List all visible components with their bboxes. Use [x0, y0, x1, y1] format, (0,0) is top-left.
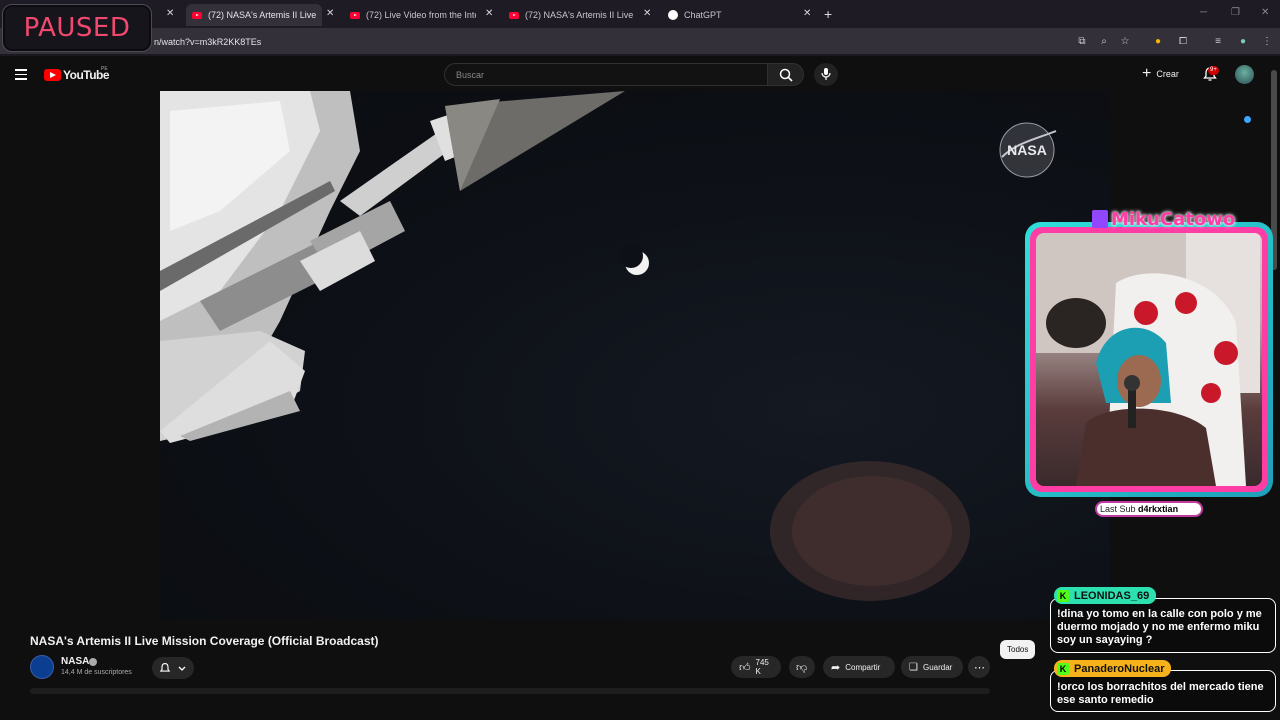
zoom-icon[interactable]: ⌕	[1097, 35, 1111, 49]
stream-channel-label: MikuCatowo	[1084, 202, 1243, 236]
tab-artemis-live-mission[interactable]: (72) NASA's Artemis II Live Mis	[186, 4, 322, 26]
chat-message: !dina yo tomo en la calle con polo y me …	[1050, 598, 1276, 653]
video-frame	[160, 91, 970, 601]
chat-username: PanaderoNuclear	[1074, 662, 1165, 675]
filter-chip-all[interactable]: Todos	[1000, 640, 1036, 659]
kick-icon: K	[1057, 589, 1069, 602]
webcam-scene	[1036, 233, 1260, 486]
more-actions-button[interactable]: ⋯	[968, 656, 990, 678]
voice-search-button[interactable]	[814, 63, 838, 86]
close-tab-icon[interactable]: ✕	[166, 8, 174, 19]
youtube-favicon-icon	[192, 11, 202, 19]
close-tab-icon[interactable]: ✕	[803, 8, 811, 19]
chevron-down-icon	[178, 666, 186, 671]
create-button[interactable]: + Crear	[1142, 64, 1179, 84]
bell-icon	[159, 662, 171, 672]
chat-message-text: !dina yo tomo en la calle con polo y me …	[1057, 608, 1262, 646]
tab-chatgpt[interactable]: ChatGPT	[662, 4, 802, 26]
tab-title: (72) NASA's Artemis II Live Mis	[208, 10, 316, 20]
chat-username-badge: K PanaderoNuclear	[1054, 660, 1172, 677]
more-horizontal-icon: ⋯	[974, 661, 985, 674]
create-label: Crear	[1156, 69, 1179, 79]
account-avatar[interactable]	[1235, 65, 1254, 84]
subscribed-bell-button[interactable]	[152, 657, 194, 679]
last-sub-label: Last Sub	[1100, 504, 1136, 514]
share-arrow-icon: ➦	[831, 661, 841, 674]
search-icon	[779, 68, 793, 82]
share-label: Compartir	[845, 662, 881, 672]
media-controls-icon[interactable]: ≡	[1211, 35, 1225, 49]
youtube-play-icon	[44, 69, 61, 81]
microphone-icon	[821, 68, 831, 80]
tab-artemis-live-view[interactable]: (72) NASA's Artemis II Live View	[503, 4, 640, 26]
description-box[interactable]	[30, 688, 990, 694]
youtube-favicon-icon	[350, 11, 360, 19]
share-button[interactable]: ➦ Compartir	[823, 656, 895, 678]
webcam-border	[1030, 227, 1268, 492]
video-player[interactable]	[160, 91, 1110, 619]
install-app-icon[interactable]: ⧉	[1075, 35, 1089, 49]
like-button[interactable]: 👍︎ 745 K	[731, 656, 781, 678]
extensions-puzzle-icon[interactable]: ⧠	[1176, 35, 1190, 49]
last-sub-name: d4rkxtian	[1138, 504, 1179, 514]
channel-avatar[interactable]	[30, 655, 54, 679]
extension-color-icon[interactable]: ●	[1151, 35, 1165, 49]
browser-menu-icon[interactable]: ⋮	[1260, 35, 1274, 49]
search-button[interactable]	[767, 63, 804, 86]
paused-overlay: PAUSED	[2, 4, 152, 52]
twitch-icon	[1092, 210, 1108, 228]
chat-username-badge: K LEONIDAS_69	[1054, 587, 1157, 604]
subscriber-count: 14,4 M de suscriptores	[61, 669, 132, 676]
tab-title: (72) Live Video from the Interna	[366, 10, 476, 20]
nasa-watermark-text: NASA	[1007, 142, 1047, 158]
close-tab-icon[interactable]: ✕	[643, 8, 651, 19]
bookmark-star-icon[interactable]: ☆	[1118, 35, 1132, 49]
close-tab-icon[interactable]: ✕	[326, 8, 334, 19]
new-tab-icon[interactable]: +	[824, 6, 832, 22]
save-label: Guardar	[922, 662, 953, 672]
hamburger-menu-icon[interactable]	[15, 69, 27, 83]
live-indicator-dot	[1244, 116, 1251, 123]
thumbs-down-icon: 👎︎	[796, 661, 808, 674]
tab-title: (72) NASA's Artemis II Live View	[525, 10, 634, 20]
close-window-icon[interactable]: ✕	[1261, 7, 1269, 18]
nasa-watermark-logo: NASA	[999, 122, 1057, 178]
notification-count-badge: 9+	[1208, 66, 1219, 75]
restore-icon[interactable]: ❐	[1231, 7, 1240, 18]
last-sub-widget: Last Sub d4rkxtian	[1095, 501, 1203, 517]
chatgpt-favicon-icon	[668, 10, 678, 20]
profile-icon[interactable]: ●	[1236, 35, 1250, 49]
youtube-logo[interactable]: YouTube	[44, 68, 110, 82]
youtube-favicon-icon	[509, 11, 519, 19]
save-button[interactable]: ❏ Guardar	[901, 656, 963, 678]
stream-channel-name: MikuCatowo	[1111, 208, 1236, 230]
chat-username: LEONIDAS_69	[1074, 589, 1150, 602]
paused-label: PAUSED	[23, 13, 131, 43]
thumbs-up-icon: 👍︎	[739, 661, 751, 674]
country-code: PE	[101, 66, 108, 72]
plus-icon: +	[1142, 65, 1152, 82]
close-tab-icon[interactable]: ✕	[485, 8, 493, 19]
video-title: NASA's Artemis II Live Mission Coverage …	[30, 634, 379, 648]
like-count: 745 K	[755, 658, 769, 676]
channel-name[interactable]: NASA	[61, 656, 89, 667]
minimize-icon[interactable]: ─	[1200, 7, 1207, 18]
url-text[interactable]: n/watch?v=m3kR2KK8TEs	[154, 37, 261, 47]
tab-live-video-iss[interactable]: (72) Live Video from the Interna	[344, 4, 482, 26]
dislike-button[interactable]: 👎︎	[789, 656, 815, 678]
kick-icon: K	[1057, 662, 1069, 675]
verified-badge-icon	[89, 658, 97, 666]
browser-tab-bar: (72) NASA's Artemis II Live Mis ✕ ✕ (72)…	[0, 0, 1280, 28]
search-input[interactable]: Buscar	[444, 63, 768, 86]
chat-message-text: !orco los borrachitos del mercado tiene …	[1057, 681, 1264, 706]
webcam-frame	[1025, 222, 1273, 497]
tab-title: ChatGPT	[684, 10, 722, 20]
webcam-feed	[1036, 233, 1262, 486]
bookmark-icon: ❏	[909, 661, 918, 673]
